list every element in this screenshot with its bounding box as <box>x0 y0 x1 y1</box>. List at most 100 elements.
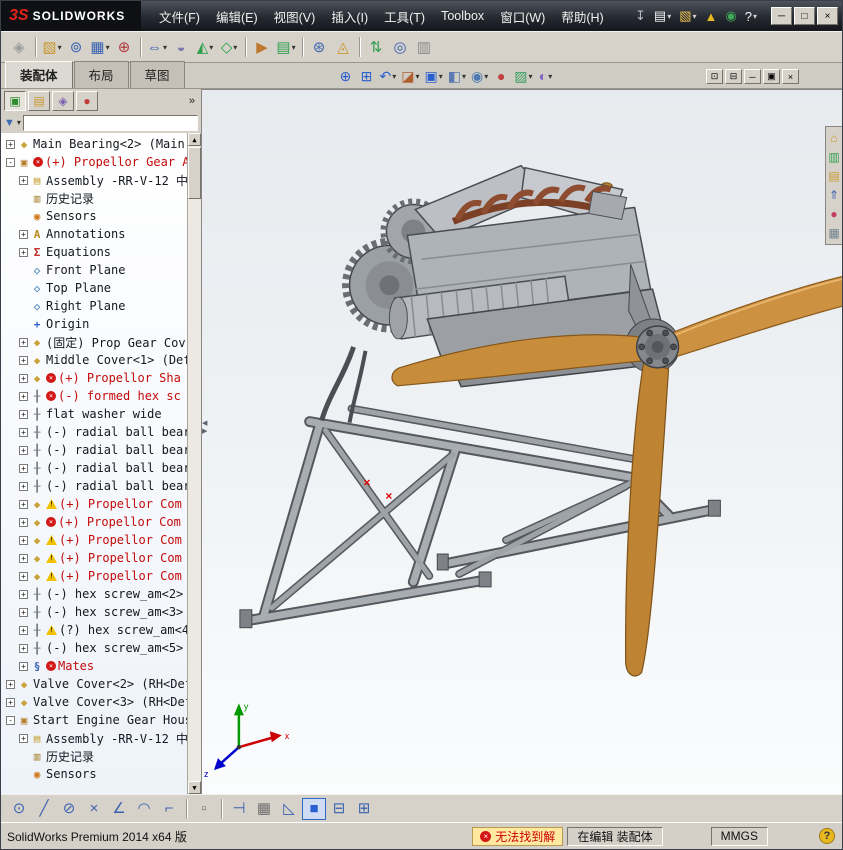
apply-scene-button[interactable]: ▨ ▾ <box>512 66 534 86</box>
insert-components-dropdown-caret-icon[interactable]: ▾ <box>58 43 62 52</box>
reference-geometry-button[interactable]: ◇ ▾ <box>217 35 241 59</box>
doc-close-button[interactable]: × <box>782 69 799 84</box>
previous-view-button[interactable]: ↶ ▾ <box>378 66 399 86</box>
tree-expand-toggle[interactable]: + <box>19 643 28 653</box>
menu-item-6[interactable]: 窗口(W) <box>492 1 553 31</box>
viewport-pane-button[interactable]: ⊡ <box>706 69 723 84</box>
edit-appearance-button[interactable]: ● <box>491 66 511 86</box>
smart-fasteners-button[interactable]: ⊕ <box>112 35 136 59</box>
sketch-ellipse-button[interactable]: ⊘ <box>57 798 81 820</box>
filter-caret-icon[interactable]: ▾ <box>17 118 21 127</box>
tab-assembly[interactable]: 装配体 <box>5 61 73 88</box>
engine-assembly[interactable] <box>319 164 681 423</box>
take-snapshot-button[interactable]: ◎ <box>388 35 412 59</box>
tree-expand-toggle[interactable]: - <box>6 157 15 167</box>
tree-filter-input[interactable] <box>22 114 198 131</box>
tree-item[interactable]: ◇ Front Plane <box>1 261 201 279</box>
new-document-icon[interactable]: ▤ ▾ <box>654 8 671 24</box>
tree-expand-toggle[interactable]: + <box>6 697 15 707</box>
tree-expand-toggle[interactable]: + <box>19 571 28 581</box>
tree-expand-toggle[interactable]: + <box>19 661 28 671</box>
tree-item[interactable]: + ◆ Valve Cover<2> (RH<Def <box>1 675 201 693</box>
linear-pattern-button[interactable]: ▦ ▾ <box>88 35 112 59</box>
tree-expand-toggle[interactable]: + <box>19 445 28 455</box>
tree-item[interactable]: ◇ Top Plane <box>1 279 201 297</box>
view-orientation-dropdown-caret-icon[interactable]: ▾ <box>439 72 443 81</box>
tree-item[interactable]: + § × Mates <box>1 657 201 675</box>
status-units-cell[interactable]: MMGS <box>710 826 768 846</box>
exploded-view-button[interactable]: ⊛ <box>307 35 331 59</box>
tree-expand-toggle[interactable]: + <box>19 733 28 743</box>
linear-pattern-dropdown-caret-icon[interactable]: ▾ <box>106 43 110 52</box>
sketch-line-button[interactable]: ╱ <box>32 798 56 820</box>
sketch-table-button[interactable]: ⊞ <box>352 798 376 820</box>
sketch-corner-button[interactable]: ⌐ <box>157 798 181 820</box>
tree-expand-toggle[interactable]: + <box>19 373 28 383</box>
tree-item[interactable]: + ◆! (+) Propellor Com <box>1 495 201 513</box>
hide-show-items-button[interactable]: ◉ ▾ <box>469 66 490 86</box>
sketch-arc-button[interactable]: ◠ <box>132 798 156 820</box>
bill-of-materials-dropdown-caret-icon[interactable]: ▾ <box>292 43 296 52</box>
view-settings-button[interactable]: ◐ ▾ <box>536 66 556 86</box>
tree-item[interactable]: + ◆! (+) Propellor Com <box>1 549 201 567</box>
configuration-manager-tab[interactable]: ◈ <box>52 90 74 111</box>
tree-item[interactable]: + ╂! (?) hex screw_am<4 <box>1 621 201 639</box>
zoom-area-button[interactable]: ⊞ <box>357 66 377 86</box>
large-assembly-mode-button[interactable]: ▥ <box>412 35 436 59</box>
open-document-icon[interactable]: ▧ ▾ <box>679 8 696 24</box>
tree-item[interactable]: + ╂ (-) radial ball bear <box>1 441 201 459</box>
tree-expand-toggle[interactable]: + <box>6 679 15 689</box>
previous-view-dropdown-caret-icon[interactable]: ▾ <box>392 72 396 81</box>
tree-item[interactable]: + ╂ (-) radial ball bear <box>1 477 201 495</box>
shaded-view-button[interactable]: ■ <box>302 797 326 820</box>
close-button[interactable]: × <box>817 7 838 25</box>
tree-expand-toggle[interactable]: - <box>6 715 15 725</box>
tree-expand-toggle[interactable]: + <box>19 409 28 419</box>
status-lights-icon[interactable]: ◉ <box>725 8 736 24</box>
viewport-split-button[interactable]: ⊟ <box>725 69 742 84</box>
tab-layout[interactable]: 布局 <box>73 61 129 88</box>
zoom-fit-button[interactable]: ⊕ <box>336 66 356 86</box>
tree-item[interactable]: + ◆! (+) Propellor Com <box>1 567 201 585</box>
motion-study-button[interactable]: ▶ <box>250 35 274 59</box>
tree-item[interactable]: + A Annotations <box>1 225 201 243</box>
status-alert[interactable]: × 无法找到解 <box>472 826 564 846</box>
tree-item[interactable]: + ╂ flat washer wide <box>1 405 201 423</box>
sketch-grid-button[interactable]: ▦ <box>252 798 276 820</box>
tree-expand-toggle[interactable]: + <box>19 607 28 617</box>
sketch-chamfer-button[interactable]: ◺ <box>277 798 301 820</box>
menu-item-5[interactable]: Toolbox <box>433 1 492 31</box>
tree-item[interactable]: + ◆ (固定) Prop Gear Cov <box>1 333 201 351</box>
solidworks-resources-icon[interactable]: ⌂ <box>830 132 837 144</box>
menu-item-7[interactable]: 帮助(H) <box>553 1 611 31</box>
move-component-dropdown-caret-icon[interactable]: ▾ <box>163 43 167 52</box>
tree-item[interactable]: - ▣ × (+) Propellor Gear As <box>1 153 201 171</box>
menu-pin-icon[interactable]: ↧ <box>635 8 646 24</box>
tree-expand-toggle[interactable]: + <box>19 535 28 545</box>
tree-item[interactable]: + ╂ (-) hex screw_am<5> <box>1 639 201 657</box>
menu-item-0[interactable]: 文件(F) <box>151 1 208 31</box>
sketch-plane-button[interactable]: ⊟ <box>327 798 351 820</box>
tree-item[interactable]: + ╂ (-) hex screw_am<2> <box>1 585 201 603</box>
tree-item[interactable]: + Σ Equations <box>1 243 201 261</box>
view-palette-icon[interactable]: ⇑ <box>829 189 839 201</box>
filter-funnel-icon[interactable]: ▼ <box>4 117 15 129</box>
tree-item[interactable]: + ◆ Middle Cover<1> (Def <box>1 351 201 369</box>
custom-properties-icon[interactable]: ▦ <box>828 227 839 239</box>
tree-expand-toggle[interactable]: + <box>19 427 28 437</box>
tree-item[interactable]: ◇ Right Plane <box>1 297 201 315</box>
tree-item[interactable]: + ▤ Assembly -RR-V-12 中 <box>1 729 201 747</box>
tree-expand-toggle[interactable]: + <box>19 553 28 563</box>
instant3d-button[interactable]: ◬ <box>331 35 355 59</box>
tree-item[interactable]: ◉ Sensors <box>1 765 201 783</box>
show-hidden-components-button[interactable]: ◒ <box>169 35 193 59</box>
insert-components-button[interactable]: ▧ ▾ <box>40 35 64 59</box>
tree-item[interactable]: ▥ 历史记录 <box>1 747 201 765</box>
property-manager-tab[interactable]: ▤ <box>28 90 50 111</box>
bill-of-materials-button[interactable]: ▤ ▾ <box>274 35 298 59</box>
tree-expand-toggle[interactable]: + <box>19 391 28 401</box>
hide-show-items-dropdown-caret-icon[interactable]: ▾ <box>484 72 488 81</box>
panel-expand-chevron[interactable]: » <box>189 95 198 107</box>
tree-item[interactable]: + ╂ (-) radial ball bear <box>1 423 201 441</box>
reference-geometry-dropdown-caret-icon[interactable]: ▾ <box>233 43 237 52</box>
